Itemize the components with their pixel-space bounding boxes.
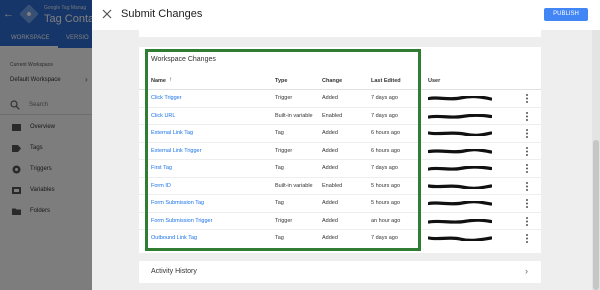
submit-changes-dialog: Submit Changes PUBLISH Workspace Changes… xyxy=(92,0,600,290)
more-vert-icon[interactable] xyxy=(525,146,529,157)
redacted-user xyxy=(428,96,492,101)
more-vert-icon[interactable] xyxy=(525,216,529,227)
publish-button[interactable]: PUBLISH xyxy=(544,8,588,21)
highlight-box xyxy=(145,49,421,251)
more-vert-icon[interactable] xyxy=(525,233,529,244)
redacted-user xyxy=(428,236,492,241)
close-icon[interactable] xyxy=(102,9,112,19)
more-vert-icon[interactable] xyxy=(525,128,529,139)
redacted-user xyxy=(428,183,492,189)
more-vert-icon[interactable] xyxy=(525,93,529,104)
more-vert-icon[interactable] xyxy=(525,181,529,192)
dialog-title: Submit Changes xyxy=(121,8,203,20)
redacted-user xyxy=(428,148,492,154)
previous-card-edge xyxy=(139,30,541,37)
column-header-user[interactable]: User xyxy=(428,78,440,84)
more-vert-icon[interactable] xyxy=(525,198,529,209)
redacted-user xyxy=(428,166,492,171)
activity-history-label: Activity History xyxy=(151,268,197,275)
more-vert-icon[interactable] xyxy=(525,163,529,174)
dialog-header: Submit Changes PUBLISH xyxy=(92,0,600,30)
more-vert-icon[interactable] xyxy=(525,111,529,122)
scrollbar-thumb[interactable] xyxy=(593,140,599,290)
redacted-user xyxy=(428,113,492,119)
redacted-user xyxy=(428,131,492,136)
redacted-user xyxy=(428,201,492,206)
chevron-right-icon[interactable]: › xyxy=(525,266,528,276)
redacted-user xyxy=(428,218,492,224)
activity-history-row[interactable]: Activity History › xyxy=(139,261,541,283)
